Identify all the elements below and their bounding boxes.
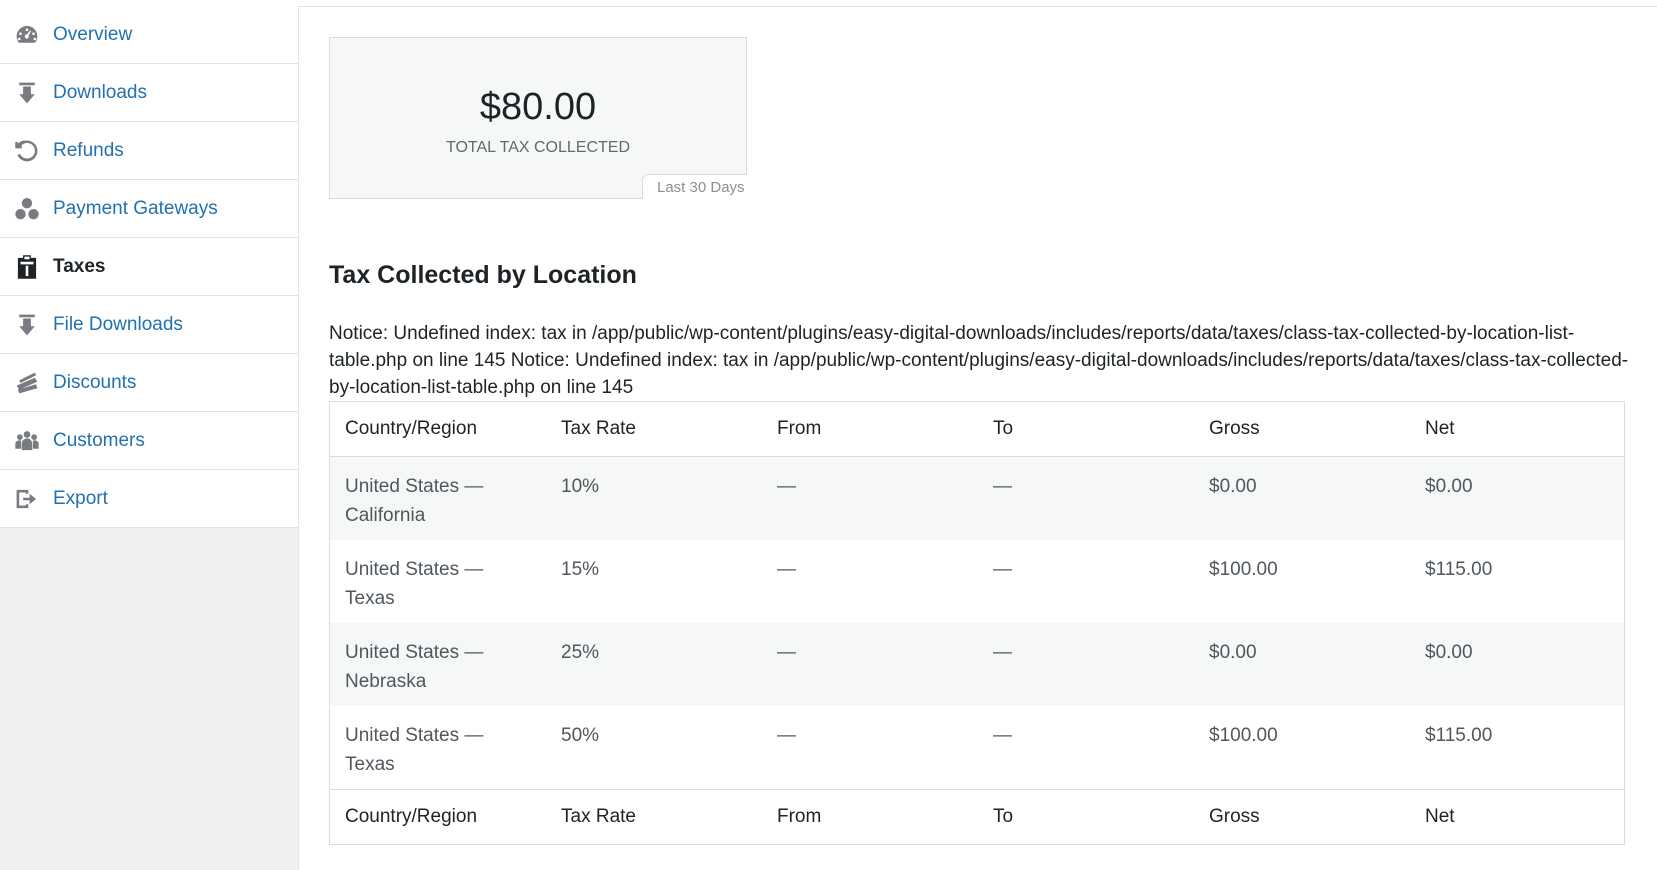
reports-nav: Overview Downloads Refunds Payment Gatew… xyxy=(0,6,298,528)
sidebar-item-downloads[interactable]: Downloads xyxy=(0,64,298,122)
sidebar-item-label: Discounts xyxy=(53,371,137,393)
cell-from: — xyxy=(777,725,796,746)
cell-to: — xyxy=(993,642,1012,663)
groups-icon xyxy=(14,196,40,222)
column-footer-to[interactable]: To xyxy=(978,789,1194,845)
cell-net: $115.00 xyxy=(1425,559,1493,580)
cell-to: — xyxy=(993,559,1012,580)
cell-from: — xyxy=(777,559,796,580)
undo-icon xyxy=(14,138,40,164)
tax-by-location-table: Country/Region Tax Rate From To Gross Ne… xyxy=(329,401,1625,845)
sidebar-item-export[interactable]: Export xyxy=(0,470,298,528)
download-icon xyxy=(14,312,40,338)
column-footer-gross[interactable]: Gross xyxy=(1194,789,1410,845)
column-header-net[interactable]: Net xyxy=(1410,401,1625,457)
tickets-icon xyxy=(14,370,40,396)
cell-tax-rate: 25% xyxy=(561,642,600,663)
cell-from: — xyxy=(777,642,796,663)
total-tax-label: TOTAL TAX COLLECTED xyxy=(445,139,631,156)
users-icon xyxy=(14,428,40,454)
sidebar-item-label: Taxes xyxy=(53,255,106,277)
cell-from: — xyxy=(777,476,796,497)
total-tax-amount: $80.00 xyxy=(479,86,597,128)
cell-to: — xyxy=(993,476,1012,497)
cell-net: $0.00 xyxy=(1425,476,1473,497)
column-footer-from[interactable]: From xyxy=(762,789,978,845)
column-header-to[interactable]: To xyxy=(978,401,1194,457)
column-header-from[interactable]: From xyxy=(762,401,978,457)
sidebar-item-label: Refunds xyxy=(53,139,124,161)
sidebar-item-label: File Downloads xyxy=(53,313,183,335)
sidebar-item-discounts[interactable]: Discounts xyxy=(0,354,298,412)
total-tax-tile: $80.00 TOTAL TAX COLLECTED Last 30 Days xyxy=(329,37,747,199)
column-header-gross[interactable]: Gross xyxy=(1194,401,1410,457)
section-title: Tax Collected by Location xyxy=(329,261,637,289)
sidebar-item-label: Export xyxy=(53,487,108,509)
cell-region: United States — Texas xyxy=(345,725,484,775)
cell-tax-rate: 15% xyxy=(561,559,600,580)
date-range-label: Last 30 Days xyxy=(642,174,747,199)
sidebar-item-taxes[interactable]: Taxes xyxy=(0,238,298,296)
cell-gross: $0.00 xyxy=(1209,642,1257,663)
table-header-row: Country/Region Tax Rate From To Gross Ne… xyxy=(329,401,1625,457)
table-row: United States — Texas 15% — — $100.00 $1… xyxy=(329,540,1625,623)
table-row: United States — Texas 50% — — $100.00 $1… xyxy=(329,706,1625,790)
cell-tax-rate: 10% xyxy=(561,476,600,497)
cell-net: $115.00 xyxy=(1425,725,1493,746)
sidebar-item-label: Overview xyxy=(53,23,133,45)
sidebar-item-customers[interactable]: Customers xyxy=(0,412,298,470)
cell-tax-rate: 50% xyxy=(561,725,600,746)
sidebar-item-label: Downloads xyxy=(53,81,147,103)
sidebar-item-refunds[interactable]: Refunds xyxy=(0,122,298,180)
cell-region: United States — California xyxy=(345,476,484,526)
export-icon xyxy=(14,486,40,512)
column-header-country[interactable]: Country/Region xyxy=(329,401,546,457)
cell-gross: $100.00 xyxy=(1209,559,1278,580)
column-footer-tax-rate[interactable]: Tax Rate xyxy=(546,789,762,845)
cell-region: United States — Nebraska xyxy=(345,642,484,692)
cell-gross: $0.00 xyxy=(1209,476,1257,497)
download-icon xyxy=(14,80,40,106)
column-footer-net[interactable]: Net xyxy=(1410,789,1625,845)
cell-region: United States — Texas xyxy=(345,559,484,609)
sidebar-item-label: Payment Gateways xyxy=(53,197,218,219)
table-row: United States — Nebraska 25% — — $0.00 $… xyxy=(329,623,1625,706)
column-footer-country[interactable]: Country/Region xyxy=(329,789,546,845)
column-header-tax-rate[interactable]: Tax Rate xyxy=(546,401,762,457)
table-row: United States — California 10% — — $0.00… xyxy=(329,456,1625,540)
sidebar-item-payment-gateways[interactable]: Payment Gateways xyxy=(0,180,298,238)
sidebar-item-overview[interactable]: Overview xyxy=(0,6,298,64)
cell-to: — xyxy=(993,725,1012,746)
dashboard-icon xyxy=(14,22,40,48)
reports-sidebar: Overview Downloads Refunds Payment Gatew… xyxy=(0,6,299,870)
table-footer-row: Country/Region Tax Rate From To Gross Ne… xyxy=(329,789,1625,845)
clipboard-icon xyxy=(14,254,40,280)
sidebar-item-label: Customers xyxy=(53,429,145,451)
php-notice: Notice: Undefined index: tax in /app/pub… xyxy=(329,323,1629,398)
cell-gross: $100.00 xyxy=(1209,725,1278,746)
sidebar-item-file-downloads[interactable]: File Downloads xyxy=(0,296,298,354)
cell-net: $0.00 xyxy=(1425,642,1473,663)
